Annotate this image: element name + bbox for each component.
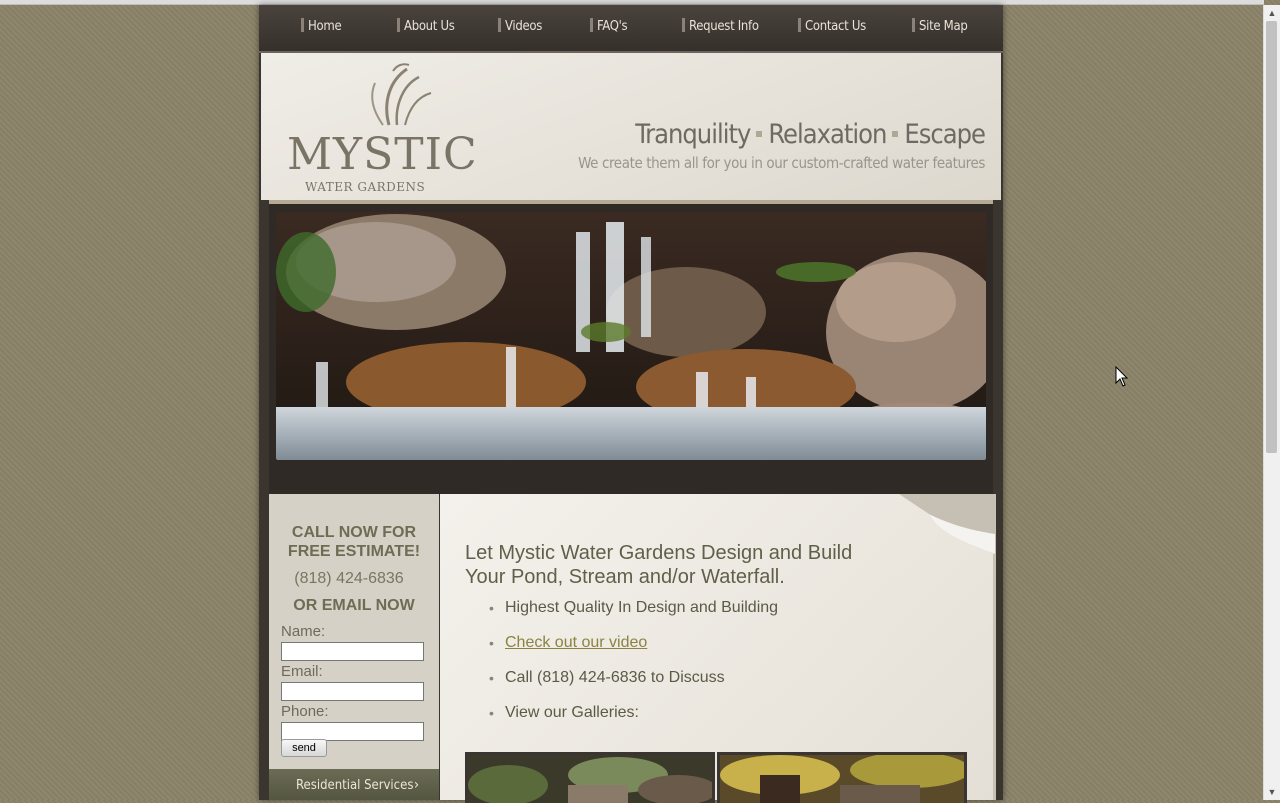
residential-services-button[interactable]: Residential Services › (269, 769, 439, 800)
nav-faqs-label: FAQ's (597, 19, 628, 34)
nav-divider-icon (912, 18, 915, 32)
nav-contact-label: Contact Us (805, 19, 866, 34)
nav-sitemap-label: Site Map (919, 19, 968, 34)
list-item-text: Call (818) 424-6836 to Discuss (505, 669, 725, 686)
gallery-thumbnail[interactable] (465, 752, 715, 803)
logo-wordmark: MYSTIC (287, 129, 478, 180)
free-estimate-title: FREE ESTIMATE! (287, 543, 421, 560)
main-content: Let Mystic Water Gardens Design and Buil… (440, 494, 996, 803)
nav-faqs[interactable]: FAQ's (590, 16, 628, 38)
nav-divider-icon (498, 18, 501, 32)
send-button[interactable]: send (281, 739, 327, 757)
nav-home-label: Home (308, 19, 342, 34)
nav-about-label: About Us (404, 19, 455, 34)
nav-request-info[interactable]: Request Info (682, 16, 759, 38)
residential-services-label: Residential Services (296, 778, 414, 793)
nav-home[interactable]: Home (301, 16, 342, 38)
bullet-icon: • (489, 635, 494, 651)
call-now-title: CALL NOW FOR (291, 524, 417, 541)
reed-logo-icon (371, 63, 432, 126)
list-item-text: View our Galleries: (505, 704, 639, 721)
nav-divider-icon (798, 18, 801, 32)
list-item-text: Highest Quality In Design and Building (505, 599, 779, 616)
hero-frame (269, 200, 993, 497)
gallery-thumbnail[interactable] (717, 752, 967, 803)
list-item: • Check out our video (485, 633, 778, 668)
tagline-subtitle: We create them all for you in our custom… (578, 154, 985, 172)
sidebar-phone: (818) 424-6836 (294, 570, 404, 587)
page-curl-icon (899, 494, 995, 554)
headline-line-1: Let Mystic Water Gardens Design and Buil… (465, 542, 853, 564)
phone-label: Phone: (281, 703, 329, 720)
nav-divider-icon (301, 18, 304, 32)
nav-divider-icon (590, 18, 593, 32)
nav-videos-label: Videos (505, 19, 543, 34)
name-label: Name: (281, 623, 326, 640)
garden-image-icon (468, 755, 712, 803)
main-nav: Home About Us Videos FAQ's Request Info … (259, 5, 1003, 53)
contact-sidebar: CALL NOW FOR FREE ESTIMATE! (818) 424-68… (269, 494, 439, 800)
page-container: Home About Us Videos FAQ's Request Info … (259, 5, 1003, 803)
scrollbar-thumb[interactable] (1266, 21, 1277, 453)
vertical-scrollbar[interactable]: ▲ ▼ (1263, 5, 1280, 800)
bullet-icon: • (489, 670, 494, 686)
site-logo[interactable]: MYSTIC WATER GARDENS (283, 63, 477, 194)
video-link[interactable]: Check out our video (505, 634, 647, 651)
nav-about-us[interactable]: About Us (397, 16, 455, 38)
nav-divider-icon (682, 18, 685, 32)
patio-image-icon (720, 755, 964, 803)
email-now-title: OR EMAIL NOW (293, 597, 415, 614)
nav-contact-us[interactable]: Contact Us (798, 16, 866, 38)
bullet-icon: • (489, 600, 494, 616)
nav-divider-icon (397, 18, 400, 32)
hero-waterfall-image (276, 212, 986, 460)
site-header: MYSTIC WATER GARDENS Tranquility Relaxati… (261, 53, 1001, 200)
scroll-up-icon[interactable]: ▲ (1264, 5, 1280, 21)
name-field[interactable] (281, 642, 424, 661)
mouse-pointer-icon (1115, 366, 1129, 387)
logo-subtitle: WATER GARDENS (305, 180, 426, 194)
nav-site-map[interactable]: Site Map (912, 16, 968, 38)
nav-videos[interactable]: Videos (498, 16, 542, 38)
list-item: • Highest Quality In Design and Building (485, 598, 778, 633)
tagline: Tranquility Relaxation Escape We create th… (578, 119, 986, 172)
scroll-down-icon[interactable]: ▼ (1264, 784, 1280, 800)
main-headline: Let Mystic Water Gardens Design and Buil… (465, 541, 885, 589)
separator-icon (892, 131, 899, 137)
email-label: Email: (281, 663, 323, 680)
headline-line-2: Your Pond, Stream and/or Waterfall. (465, 566, 785, 588)
chevron-right-icon: › (413, 777, 419, 793)
list-item: • View our Galleries: (485, 703, 778, 738)
waterfall-image-icon (276, 212, 986, 460)
bullet-icon: • (489, 705, 494, 721)
email-field[interactable] (281, 682, 424, 701)
separator-icon (756, 131, 763, 137)
feature-list: • Highest Quality In Design and Building … (485, 598, 778, 738)
list-item: • Call (818) 424-6836 to Discuss (485, 668, 778, 703)
tagline-word: Tranquility (635, 119, 751, 150)
nav-request-label: Request Info (689, 19, 759, 34)
tagline-word: Escape (904, 119, 986, 150)
tagline-word: Relaxation (768, 119, 887, 150)
tagline-words: Tranquility Relaxation Escape (578, 119, 986, 150)
